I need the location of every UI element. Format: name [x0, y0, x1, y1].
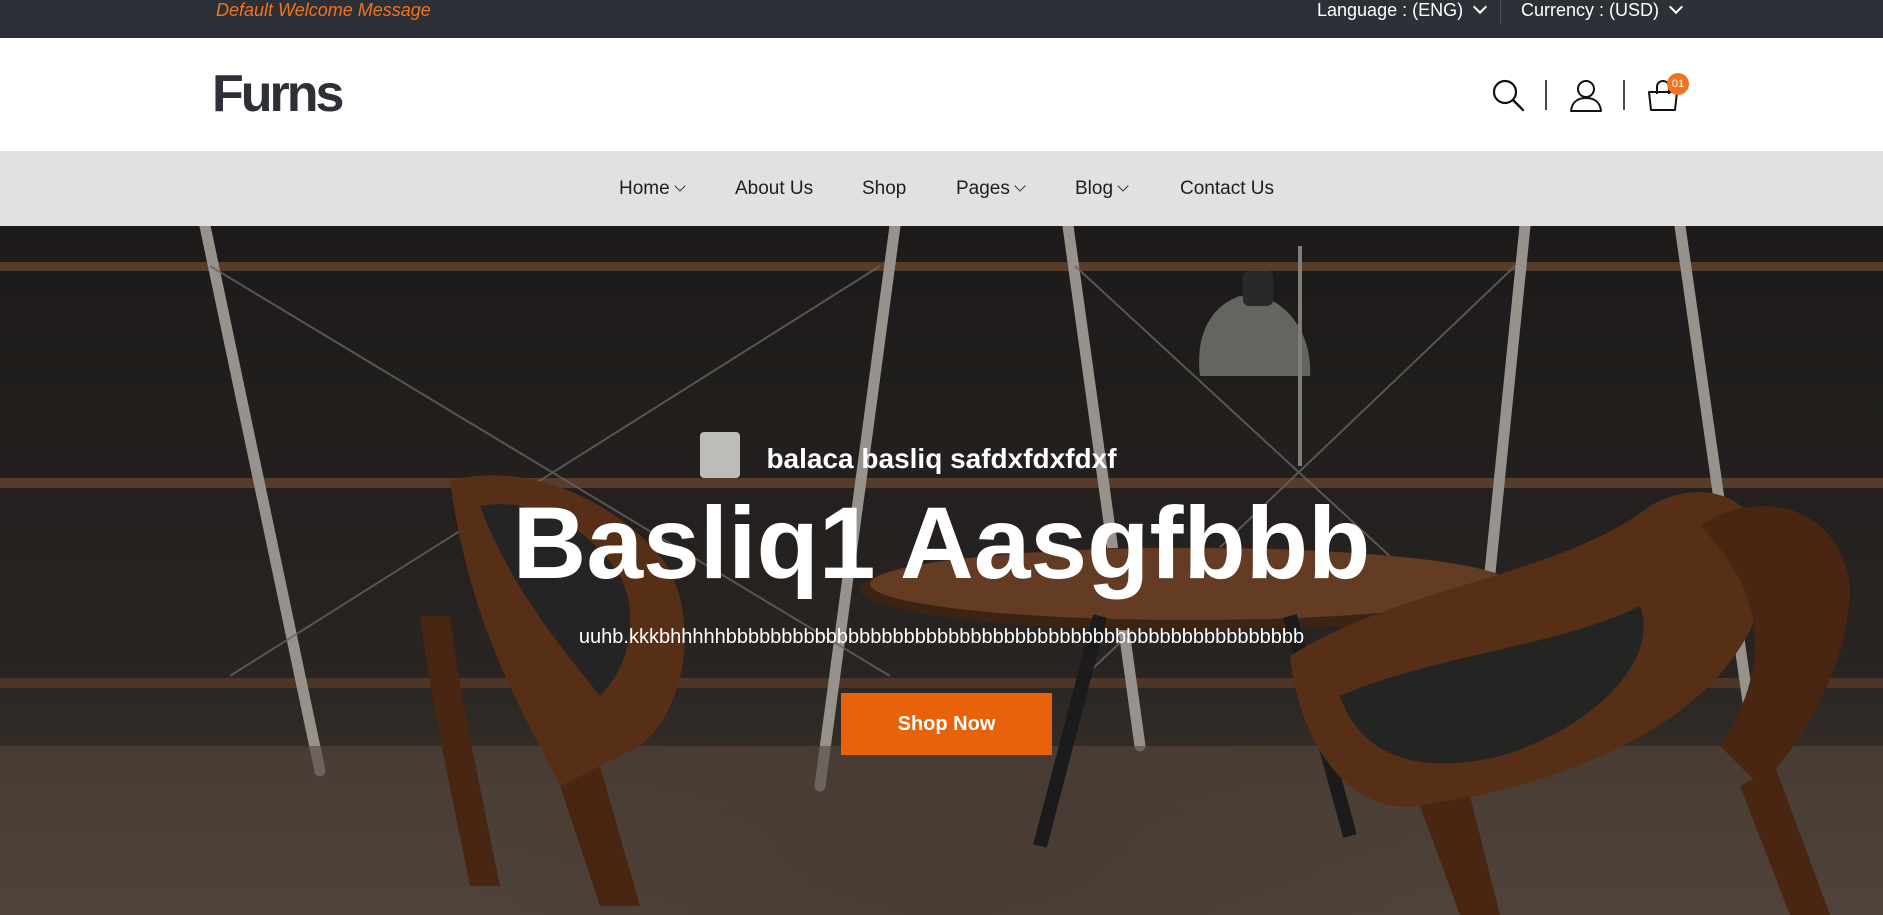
welcome-message: Default Welcome Message: [216, 0, 431, 20]
currency-label: Currency : (USD): [1521, 0, 1660, 20]
language-selector[interactable]: Language : (ENG): [1317, 0, 1488, 20]
hero-slider: balaca basliq safdxfdxfdxf Basliq1 Aasgf…: [0, 226, 1883, 915]
cart-icon[interactable]: 01: [1643, 73, 1689, 115]
nav-item-shop[interactable]: Shop: [862, 151, 906, 226]
hero-title: Basliq1 Aasgfbbb: [512, 486, 1371, 600]
nav-item-home[interactable]: Home: [619, 151, 686, 226]
nav-item-pages[interactable]: Pages: [956, 151, 1026, 226]
nav-item-contact-us[interactable]: Contact Us: [1180, 151, 1274, 226]
language-label: Language : (ENG): [1317, 0, 1464, 20]
nav-item-blog[interactable]: Blog: [1075, 151, 1129, 226]
chevron-down-icon: [1117, 180, 1129, 192]
site-header: Furns 01: [0, 38, 1883, 151]
nav-item-about-us[interactable]: About Us: [735, 151, 813, 226]
chevron-down-icon: [674, 180, 686, 192]
nav-item-label: Shop: [862, 178, 907, 199]
main-nav: Home About Us Shop Pages Blog Contact Us: [0, 151, 1883, 226]
currency-selector[interactable]: Currency : (USD): [1521, 0, 1684, 20]
header-divider: [1623, 80, 1625, 110]
nav-item-label: Blog: [1075, 178, 1114, 199]
header-divider: [1545, 80, 1547, 110]
topbar-divider: [1500, 0, 1501, 24]
hero-subtitle: balaca basliq safdxfdxfdxf: [766, 443, 1117, 474]
search-icon[interactable]: [1488, 75, 1528, 115]
nav-item-label: Home: [619, 178, 670, 199]
chevron-down-icon: [1473, 0, 1488, 15]
hero-description: uuhb.kkkbhhhhhbbbbbbbbbbbbbbbbbbbbbbbbbb…: [578, 626, 1305, 648]
user-icon[interactable]: [1566, 75, 1606, 115]
shop-now-button[interactable]: Shop Now: [841, 693, 1052, 755]
top-bar: Default Welcome Message Language : (ENG)…: [0, 0, 1883, 38]
nav-item-label: Contact Us: [1180, 178, 1274, 199]
chevron-down-icon: [1014, 180, 1026, 192]
chevron-down-icon: [1668, 0, 1684, 15]
nav-item-label: Pages: [956, 178, 1010, 199]
nav-item-label: About Us: [735, 178, 814, 199]
site-logo[interactable]: Furns: [212, 64, 344, 124]
cart-count-badge: 01: [1667, 73, 1689, 95]
